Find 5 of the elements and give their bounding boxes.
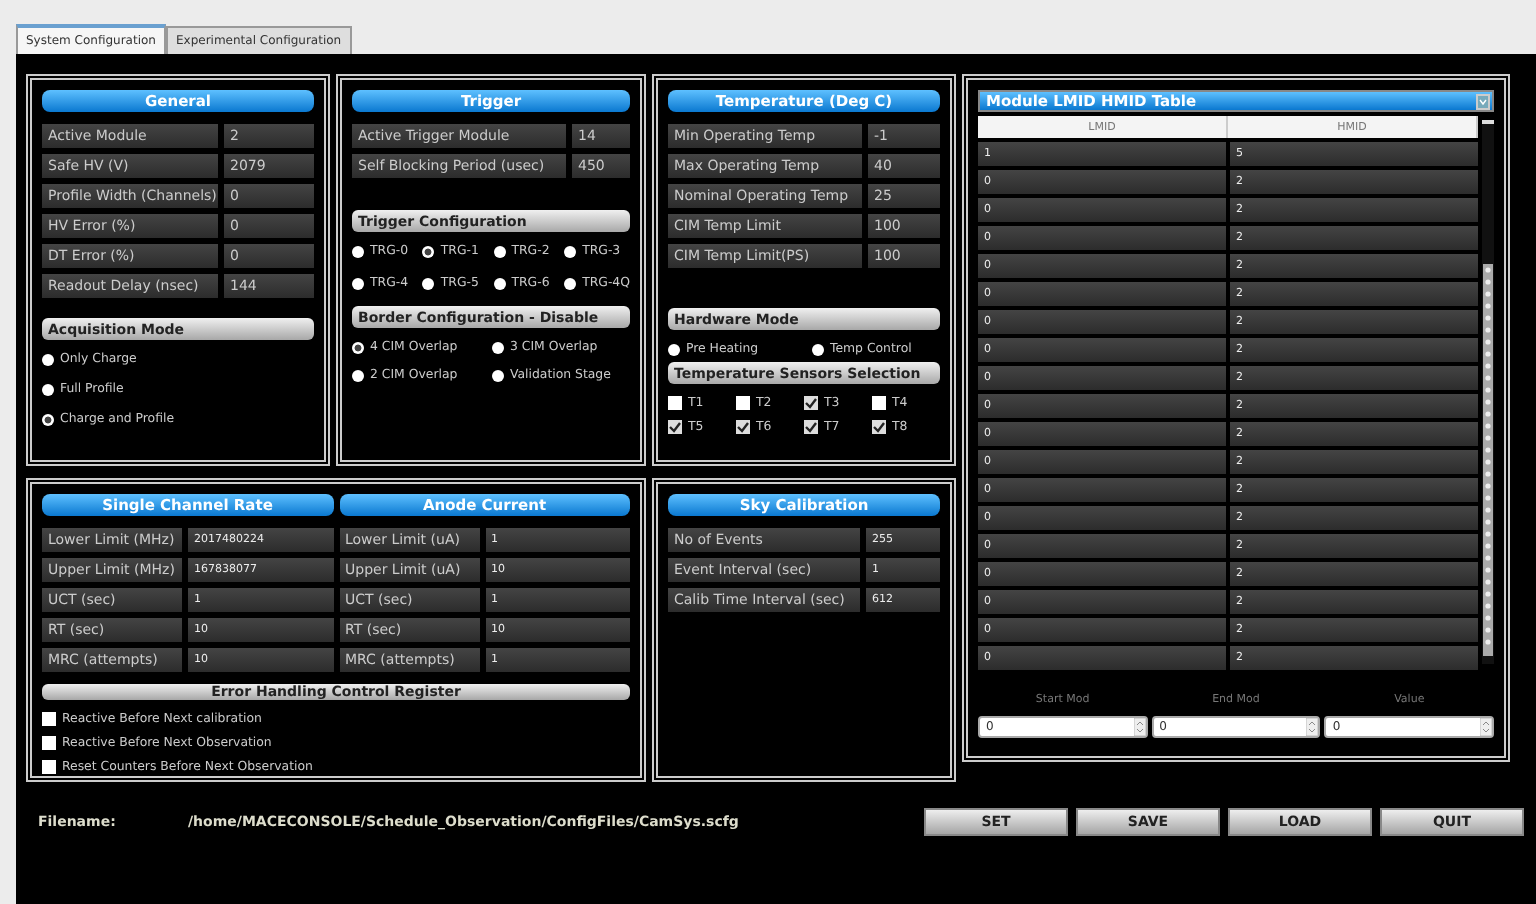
scrollbar[interactable] <box>1482 116 1494 668</box>
spin-arrows-icon[interactable] <box>1133 718 1146 736</box>
dropdown-icon[interactable] <box>1476 93 1490 109</box>
spin-arrows-icon[interactable] <box>1479 718 1492 736</box>
spin-arrows-icon[interactable] <box>1306 718 1319 736</box>
